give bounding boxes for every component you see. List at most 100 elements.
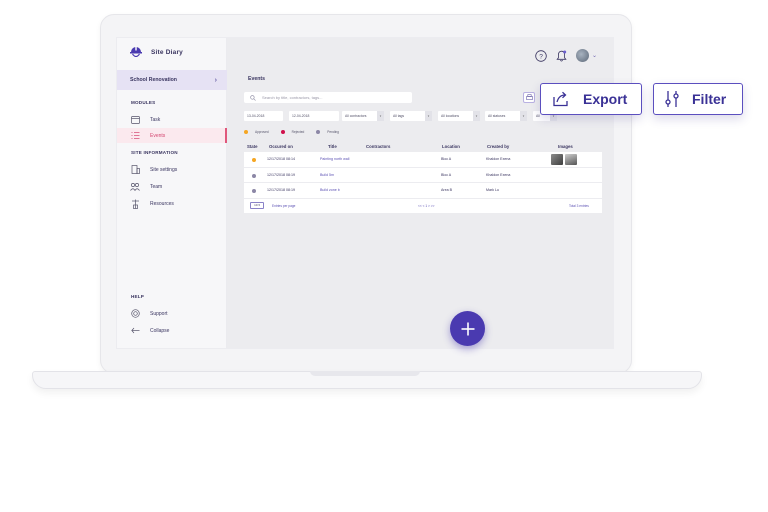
team-icon — [130, 182, 140, 192]
chevron-down-icon[interactable]: ⌄ — [592, 52, 597, 59]
print-button[interactable] — [523, 92, 535, 103]
status-legend: Approved Rejected Pending — [244, 130, 339, 135]
title-cell[interactable]: Build zone b — [320, 188, 340, 192]
user-avatar[interactable] — [575, 49, 589, 62]
chevron-down-icon: ▾ — [520, 111, 527, 121]
export-icon — [552, 91, 570, 107]
search-icon — [250, 94, 256, 101]
table-row[interactable]: 12/17/2018 08:14 Painting north wall Blo… — [244, 152, 602, 168]
occured-on-cell: 12/17/2018 08:14 — [267, 157, 295, 161]
column-header: Location — [442, 144, 460, 149]
search-input[interactable]: Search by title, contractors, tags... — [244, 92, 412, 103]
column-header: State — [247, 144, 258, 149]
title-cell[interactable]: Build 5m — [320, 173, 334, 177]
chevron-down-icon: ▾ — [377, 111, 384, 121]
state-indicator — [252, 158, 256, 162]
sidebar-item-label: Team — [150, 183, 163, 190]
date-to-field[interactable]: 12-04-2018 — [289, 111, 339, 121]
site-information-heading: SITE INFORMATION — [131, 150, 178, 155]
chevron-down-icon: ▾ — [425, 111, 432, 121]
filter-button[interactable]: Filter — [653, 83, 743, 115]
modules-heading: MODULES — [131, 100, 156, 105]
tags-select[interactable]: All tags ▾ — [390, 111, 432, 121]
legend-approved: Approved — [244, 130, 269, 135]
add-event-button[interactable] — [450, 311, 485, 346]
chevron-right-icon: › — [214, 76, 217, 84]
arrow-left-icon — [130, 326, 140, 336]
crane-icon — [130, 199, 140, 209]
title-cell[interactable]: Painting north wall — [320, 157, 349, 161]
sidebar-item-label: Resources — [150, 200, 174, 207]
locations-select[interactable]: All locations ▾ — [438, 111, 480, 121]
location-cell: Area B — [441, 188, 452, 192]
notification-bell-icon[interactable] — [556, 50, 567, 62]
sidebar-item-resources[interactable]: Resources — [117, 196, 227, 211]
image-thumbnail[interactable] — [551, 153, 563, 165]
table-row[interactable]: 12/17/2018 08:19 Build zone b Area B Mar… — [244, 183, 602, 199]
pagination[interactable]: << < 1 > >> — [418, 204, 434, 208]
column-header: Contractors — [366, 144, 391, 149]
sidebar-item-label: Collapse — [150, 327, 170, 334]
brand: Site Diary — [129, 44, 183, 60]
sidebar-item-label: Support — [150, 310, 168, 317]
date-from-field[interactable]: 13-04-2018 — [244, 111, 283, 121]
sidebar-item-label: Task — [150, 116, 161, 123]
filter-label: Filter — [692, 91, 727, 107]
table-row[interactable]: 12/17/2018 08:19 Build 5m Bloc A Khaldon… — [244, 167, 602, 183]
plus-icon — [461, 322, 474, 335]
state-indicator — [252, 173, 256, 178]
sidebar-item-team[interactable]: Team — [117, 179, 227, 194]
column-header: Title — [328, 144, 337, 149]
sidebar-item-events[interactable]: Events — [117, 128, 227, 143]
events-table: State Occured on Title Contractors Locat… — [244, 142, 602, 213]
project-selector[interactable]: School Renovation › — [117, 70, 227, 90]
location-cell: Bloc A — [441, 157, 452, 161]
export-label: Export — [583, 91, 628, 107]
table-footer: 10 ▾ Entries per page << < 1 > >> Total … — [244, 198, 602, 213]
sidebar-item-collapse[interactable]: Collapse — [117, 323, 227, 338]
laptop-notch — [310, 371, 420, 376]
page-title: Events — [248, 76, 266, 82]
entries-per-page-label: Entries per page — [272, 203, 296, 208]
created-by-cell: Khaldon Exena — [486, 172, 511, 177]
help-heading: HELP — [131, 294, 145, 299]
column-header: Created by — [487, 144, 510, 149]
table-header: State Occured on Title Contractors Locat… — [244, 142, 602, 152]
sidebar-item-site-settings[interactable]: Site settings — [117, 162, 227, 177]
created-by-cell: Mark Lu — [486, 188, 499, 192]
svg-text:?: ? — [539, 53, 543, 60]
list-icon — [130, 131, 140, 141]
entries-per-page-select[interactable]: 10 ▾ — [250, 201, 264, 209]
sidebar-item-support[interactable]: Support — [117, 306, 227, 321]
printer-icon — [525, 94, 533, 100]
sidebar-item-label: Site settings — [150, 166, 178, 173]
legend-rejected: Rejected — [280, 130, 304, 135]
column-header: Images — [558, 144, 573, 149]
state-indicator — [252, 189, 256, 193]
calendar-icon — [130, 115, 140, 125]
image-thumbnail[interactable] — [565, 153, 577, 165]
sidebar-item-label: Events — [150, 132, 166, 139]
lifebuoy-icon — [130, 309, 140, 319]
help-icon[interactable]: ? — [535, 49, 547, 62]
total-entries: Total 3 entries — [569, 203, 589, 208]
created-by-cell: Khaldon Exena — [486, 157, 511, 161]
project-name: School Renovation — [130, 77, 177, 83]
legend-pending: Pending — [316, 130, 339, 135]
export-button[interactable]: Export — [540, 83, 642, 115]
sliders-icon — [665, 90, 679, 108]
chevron-down-icon: ▾ — [473, 111, 480, 121]
column-header: Occured on — [269, 144, 293, 149]
hard-hat-logo-icon — [130, 46, 142, 58]
occured-on-cell: 12/17/2018 08:19 — [267, 172, 295, 177]
building-icon — [130, 165, 140, 175]
sidebar: Site Diary School Renovation › MODULES T… — [117, 38, 227, 348]
brand-name: Site Diary — [151, 48, 183, 56]
search-placeholder: Search by title, contractors, tags... — [262, 95, 323, 100]
occured-on-cell: 12/17/2018 08:19 — [267, 188, 295, 192]
sidebar-item-task[interactable]: Task — [117, 112, 227, 127]
header-toolbar: ? ⌄ — [535, 49, 597, 62]
contractors-select[interactable]: All contractors ▾ — [342, 111, 384, 121]
location-cell: Bloc A — [441, 172, 452, 177]
statuses-select[interactable]: All statuses ▾ — [485, 111, 527, 121]
